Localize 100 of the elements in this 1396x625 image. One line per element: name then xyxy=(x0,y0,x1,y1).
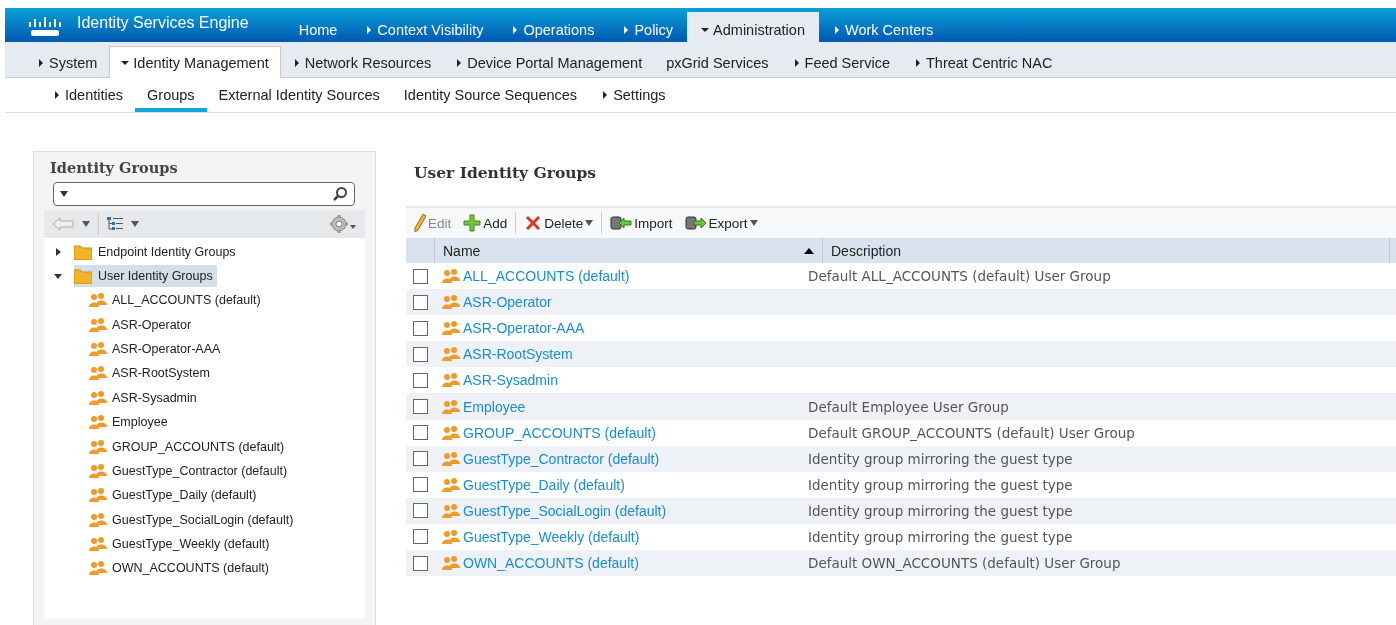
caret-icon xyxy=(622,26,631,34)
caret-icon xyxy=(60,191,68,197)
toolbar-button[interactable]: Add xyxy=(459,212,512,234)
expander-icon[interactable] xyxy=(54,272,62,280)
checkbox[interactable] xyxy=(412,529,428,545)
nav-tab[interactable]: Feed Service xyxy=(780,46,902,78)
checkbox[interactable] xyxy=(412,503,428,519)
table-cell: Default Employee User Group xyxy=(808,398,1009,415)
caret-icon xyxy=(365,26,374,34)
tree-item[interactable]: GuestType_SocialLogin (default) xyxy=(112,512,294,527)
group-link[interactable]: ALL_ACCOUNTS (default) xyxy=(463,268,630,285)
nav-tab[interactable]: Operations xyxy=(497,12,609,42)
checkbox[interactable] xyxy=(412,399,428,414)
table-cell: Identity group mirroring the guest type xyxy=(808,450,1073,467)
folder-icon xyxy=(74,268,92,284)
caret-icon xyxy=(53,91,61,99)
column-header[interactable]: Name xyxy=(434,238,822,263)
user-group-icon xyxy=(89,389,107,406)
checkbox[interactable] xyxy=(412,294,428,310)
product-title: Identity Services Engine xyxy=(77,13,249,33)
tree-item[interactable]: OWN_ACCOUNTS (default) xyxy=(112,561,269,576)
group-link[interactable]: GROUP_ACCOUNTS (default) xyxy=(463,424,656,441)
delete-x-icon xyxy=(524,214,543,232)
table-cell: Default OWN_ACCOUNTS (default) User Group xyxy=(808,555,1121,572)
user-group-icon xyxy=(89,316,107,333)
tree-item[interactable]: Employee xyxy=(112,415,168,430)
group-link[interactable]: GuestType_Daily (default) xyxy=(463,476,625,493)
toolbar-button[interactable]: Export xyxy=(680,213,762,233)
expander-icon[interactable] xyxy=(54,248,62,256)
tree-item[interactable]: GuestType_Daily (default) xyxy=(112,488,257,503)
tree-item[interactable]: GuestType_Weekly (default) xyxy=(112,537,270,552)
tree-item[interactable]: ASR-RootSystem xyxy=(112,366,210,381)
nav-tab[interactable]: Context Visibility xyxy=(351,12,498,42)
checkbox[interactable] xyxy=(412,425,428,441)
caret-icon xyxy=(455,58,464,67)
tree-item[interactable]: GROUP_ACCOUNTS (default) xyxy=(112,439,285,454)
checkbox[interactable] xyxy=(412,268,428,284)
group-link[interactable]: ASR-Sysadmin xyxy=(463,372,558,389)
checkbox[interactable] xyxy=(412,346,428,362)
caret-icon xyxy=(511,26,520,34)
nav-tab[interactable]: Policy xyxy=(608,12,688,42)
user-group-icon xyxy=(89,536,107,553)
nav-tab[interactable]: Settings xyxy=(589,78,678,112)
nav-tab[interactable]: System xyxy=(25,46,110,78)
group-link[interactable]: ASR-Operator-AAA xyxy=(463,320,585,337)
user-group-icon xyxy=(442,424,460,441)
caret-icon xyxy=(292,58,301,67)
nav-tab[interactable]: Identities xyxy=(41,78,136,112)
user-group-icon xyxy=(442,398,460,415)
nav-tab[interactable]: Groups xyxy=(135,78,207,112)
caret-icon xyxy=(832,26,841,34)
folder-icon xyxy=(74,244,92,260)
user-group-icon xyxy=(89,365,107,382)
column-header[interactable]: Description xyxy=(822,238,1390,263)
nav-tab[interactable]: Device Portal Management xyxy=(443,46,655,78)
table-cell: Identity group mirroring the guest type xyxy=(808,476,1073,493)
nav-tab[interactable]: Administration xyxy=(687,12,819,42)
user-group-icon xyxy=(442,450,460,467)
tree-item[interactable]: ASR-Sysadmin xyxy=(112,390,197,405)
caret-icon xyxy=(792,58,801,67)
checkbox[interactable] xyxy=(412,372,428,388)
checkbox[interactable] xyxy=(412,477,428,493)
user-group-icon xyxy=(442,294,460,311)
tree-item[interactable]: GuestType_Contractor (default) xyxy=(112,463,288,478)
tree-view-icon[interactable] xyxy=(107,217,123,231)
nav-tab[interactable]: Threat Centric NAC xyxy=(901,46,1065,78)
tree-item[interactable]: Endpoint Identity Groups xyxy=(74,241,240,263)
user-group-icon xyxy=(442,476,460,493)
toolbar-button[interactable]: Delete xyxy=(520,212,598,234)
tree-item[interactable]: User Identity Groups xyxy=(74,265,217,287)
nav-tab[interactable]: Identity Management xyxy=(109,46,281,78)
tree-item[interactable]: ASR-Operator-AAA xyxy=(112,341,221,356)
user-group-icon xyxy=(89,292,107,309)
nav-tab[interactable]: Network Resources xyxy=(280,46,444,78)
user-group-icon xyxy=(89,462,107,479)
checkbox[interactable] xyxy=(412,555,428,571)
nav-tab[interactable]: pxGrid Services xyxy=(654,46,781,78)
checkbox[interactable] xyxy=(412,451,428,467)
nav-tab[interactable]: Home xyxy=(284,12,352,42)
checkbox[interactable] xyxy=(412,320,428,336)
caret-icon xyxy=(585,220,594,226)
caret-icon xyxy=(121,58,130,67)
plus-icon xyxy=(463,214,482,232)
search-field[interactable] xyxy=(53,182,355,206)
settings-icon[interactable] xyxy=(329,214,357,234)
caret-icon xyxy=(601,91,610,99)
pencil-icon xyxy=(414,214,426,232)
nav-tab[interactable]: Identity Source Sequences xyxy=(391,78,590,112)
user-group-icon xyxy=(442,502,460,519)
caret-icon xyxy=(913,58,922,67)
user-group-icon xyxy=(89,511,107,528)
group-link[interactable]: GuestType_Weekly (default) xyxy=(463,529,640,545)
nav-tab[interactable]: External Identity Sources xyxy=(206,78,392,112)
tree-item[interactable]: ASR-Operator xyxy=(112,317,192,332)
caret-icon[interactable] xyxy=(82,221,90,227)
toolbar-button[interactable]: Import xyxy=(606,213,677,233)
user-group-icon xyxy=(89,414,107,431)
nav-tab[interactable]: Work Centers xyxy=(818,12,948,42)
caret-icon[interactable] xyxy=(131,221,139,227)
tree-item[interactable]: ALL_ACCOUNTS (default) xyxy=(112,293,261,308)
